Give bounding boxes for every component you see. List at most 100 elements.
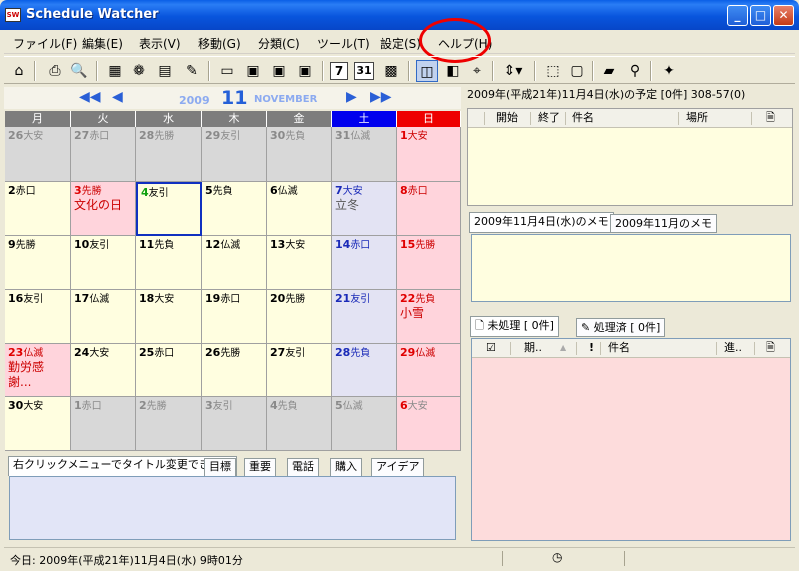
view-1-icon[interactable]: ▭ (216, 60, 238, 82)
calendar-day[interactable]: 6大安 (397, 397, 461, 451)
calendar-day[interactable]: 25赤口 (136, 344, 202, 397)
calendar-day[interactable]: 11先負 (136, 236, 202, 290)
menu-file[interactable]: ファイル(F) (13, 35, 77, 52)
tab-goal[interactable]: 目標 (204, 458, 236, 476)
calendar-day[interactable]: 26先勝 (202, 344, 267, 397)
calendar-day[interactable]: 29友引 (202, 127, 267, 182)
maximize-button[interactable]: □ (750, 5, 771, 26)
calendar-day[interactable]: 16友引 (5, 290, 71, 344)
tab-day-memo[interactable]: 2009年11月4日(水)のメモ (469, 212, 614, 233)
checkbox-column-icon[interactable]: ☑ (486, 339, 496, 357)
next-month-icon[interactable]: ▶ (346, 89, 357, 105)
prev-month-icon[interactable]: ◀ (112, 89, 123, 105)
calendar-day[interactable]: 23仏滅 勤労感謝... (5, 344, 71, 397)
tab-todo-done[interactable]: ✎ 処理済 [ 0件] (576, 318, 666, 337)
calendar-day[interactable]: 30先負 (267, 127, 332, 182)
col-subject[interactable]: 件名 (572, 109, 594, 127)
menu-go[interactable]: 移動(G) (198, 35, 241, 52)
home-icon[interactable]: ⌂ (8, 60, 30, 82)
calendar-day[interactable]: 22先負 小雪 (397, 290, 461, 344)
calendar-day[interactable]: 21友引 (332, 290, 397, 344)
calendar-day[interactable]: 7大安 立冬 (332, 182, 397, 236)
window-dotted-icon[interactable]: ⬚ (542, 60, 564, 82)
col-due[interactable]: 期.. (524, 339, 542, 357)
sort-dropdown-icon[interactable]: ⇕▾ (498, 60, 528, 82)
prev-year-icon[interactable]: ◀◀ (79, 89, 101, 105)
col-end[interactable]: 終了 (538, 109, 560, 127)
menu-category[interactable]: 分類(C) (258, 35, 300, 52)
rokuyo-icon[interactable]: ❁ (128, 60, 150, 82)
attachment-icon[interactable]: 🗎 (766, 109, 775, 127)
todo-icon[interactable]: ✎ (181, 60, 203, 82)
calendar-day[interactable]: 31仏滅 (332, 127, 397, 182)
tab-idea[interactable]: アイデア (371, 458, 425, 476)
print-icon[interactable]: ⎙ (44, 60, 66, 82)
priority-icon[interactable]: ! (589, 339, 594, 357)
col-progress[interactable]: 進.. (724, 339, 742, 357)
tab-todo-pending[interactable]: 🗋 未処理 [ 0件] (470, 316, 559, 337)
calendar-day[interactable]: 5仏滅 (332, 397, 397, 451)
calendar-day[interactable]: 10友引 (71, 236, 136, 290)
schedule-table[interactable]: 開始 終了 件名 場所 🗎 (467, 108, 793, 206)
tab-purchase[interactable]: 購入 (330, 458, 362, 476)
todo-table[interactable]: ☑ 期.. ▲ ! 件名 進.. 🗎 (471, 338, 791, 541)
tab-phone[interactable]: 電話 (287, 458, 319, 476)
crosshair-icon[interactable]: ⌖ (466, 60, 488, 82)
calendar-day[interactable]: 29仏滅 (397, 344, 461, 397)
layout-icon[interactable]: ◧ (442, 60, 464, 82)
layout-split-icon[interactable]: ◫ (416, 60, 438, 82)
tool-icon[interactable]: ✦ (658, 60, 680, 82)
calendar-day[interactable]: 28先負 (332, 344, 397, 397)
tab-important[interactable]: 重要 (244, 458, 276, 476)
view-4-icon[interactable]: ▣ (294, 60, 316, 82)
calendar-day[interactable]: 15先勝 (397, 236, 461, 290)
calendar-day[interactable]: 4友引 (136, 182, 202, 236)
col-start[interactable]: 開始 (496, 109, 518, 127)
calendar-day[interactable]: 12仏滅 (202, 236, 267, 290)
tab-custom-title[interactable]: 右クリックメニューでタイトル変更できます (8, 456, 237, 476)
calendar-day[interactable]: 8赤口 (397, 182, 461, 236)
calendar-day[interactable]: 17仏滅 (71, 290, 136, 344)
calendar-day[interactable]: 1大安 (397, 127, 461, 182)
category-memo-area[interactable] (9, 476, 456, 540)
menu-tools[interactable]: ツール(T) (317, 35, 370, 52)
calendar-day[interactable]: 27友引 (267, 344, 332, 397)
next-year-icon[interactable]: ▶▶ (370, 89, 392, 105)
week-view-icon[interactable]: 7 (330, 62, 348, 80)
day-memo-area[interactable] (471, 234, 791, 302)
calendar-day[interactable]: 28先勝 (136, 127, 202, 182)
calendar-day[interactable]: 4先負 (267, 397, 332, 451)
calendar-day[interactable]: 2赤口 (5, 182, 71, 236)
window-icon[interactable]: ▢ (566, 60, 588, 82)
calendar-day[interactable]: 30大安 (5, 397, 71, 451)
col-place[interactable]: 場所 (686, 109, 708, 127)
calendar-day[interactable]: 6仏滅 (267, 182, 332, 236)
view-3-icon[interactable]: ▣ (268, 60, 290, 82)
calendar-day[interactable]: 1赤口 (71, 397, 136, 451)
attachment-icon[interactable]: 🗎 (766, 339, 775, 357)
calendar-day[interactable]: 26大安 (5, 127, 71, 182)
menu-view[interactable]: 表示(V) (139, 35, 181, 52)
search-icon[interactable]: ⚲ (624, 60, 646, 82)
month-view-icon[interactable]: 31 (354, 62, 374, 80)
title-bar[interactable]: SW Schedule Watcher _ □ ✕ (0, 0, 799, 30)
calendar-day[interactable]: 5先負 (202, 182, 267, 236)
calendar-day[interactable]: 2先勝 (136, 397, 202, 451)
close-button[interactable]: ✕ (773, 5, 794, 26)
calendar-grid-icon[interactable]: ▦ (104, 60, 126, 82)
year-view-icon[interactable]: ▩ (380, 60, 402, 82)
minimize-button[interactable]: _ (727, 5, 748, 26)
menu-settings[interactable]: 設定(S) (380, 35, 421, 52)
menu-edit[interactable]: 編集(E) (82, 35, 123, 52)
calendar-day[interactable]: 13大安 (267, 236, 332, 290)
memo-icon[interactable]: ▤ (154, 60, 176, 82)
calendar-day[interactable]: 19赤口 (202, 290, 267, 344)
calendar-day[interactable]: 3友引 (202, 397, 267, 451)
folder-icon[interactable]: ▰ (598, 60, 620, 82)
calendar-day[interactable]: 3先勝 文化の日 (71, 182, 136, 236)
calendar-day[interactable]: 24大安 (71, 344, 136, 397)
view-2-icon[interactable]: ▣ (242, 60, 264, 82)
tab-month-memo[interactable]: 2009年11月のメモ (610, 214, 717, 233)
calendar-day[interactable]: 27赤口 (71, 127, 136, 182)
calendar-day[interactable]: 9先勝 (5, 236, 71, 290)
